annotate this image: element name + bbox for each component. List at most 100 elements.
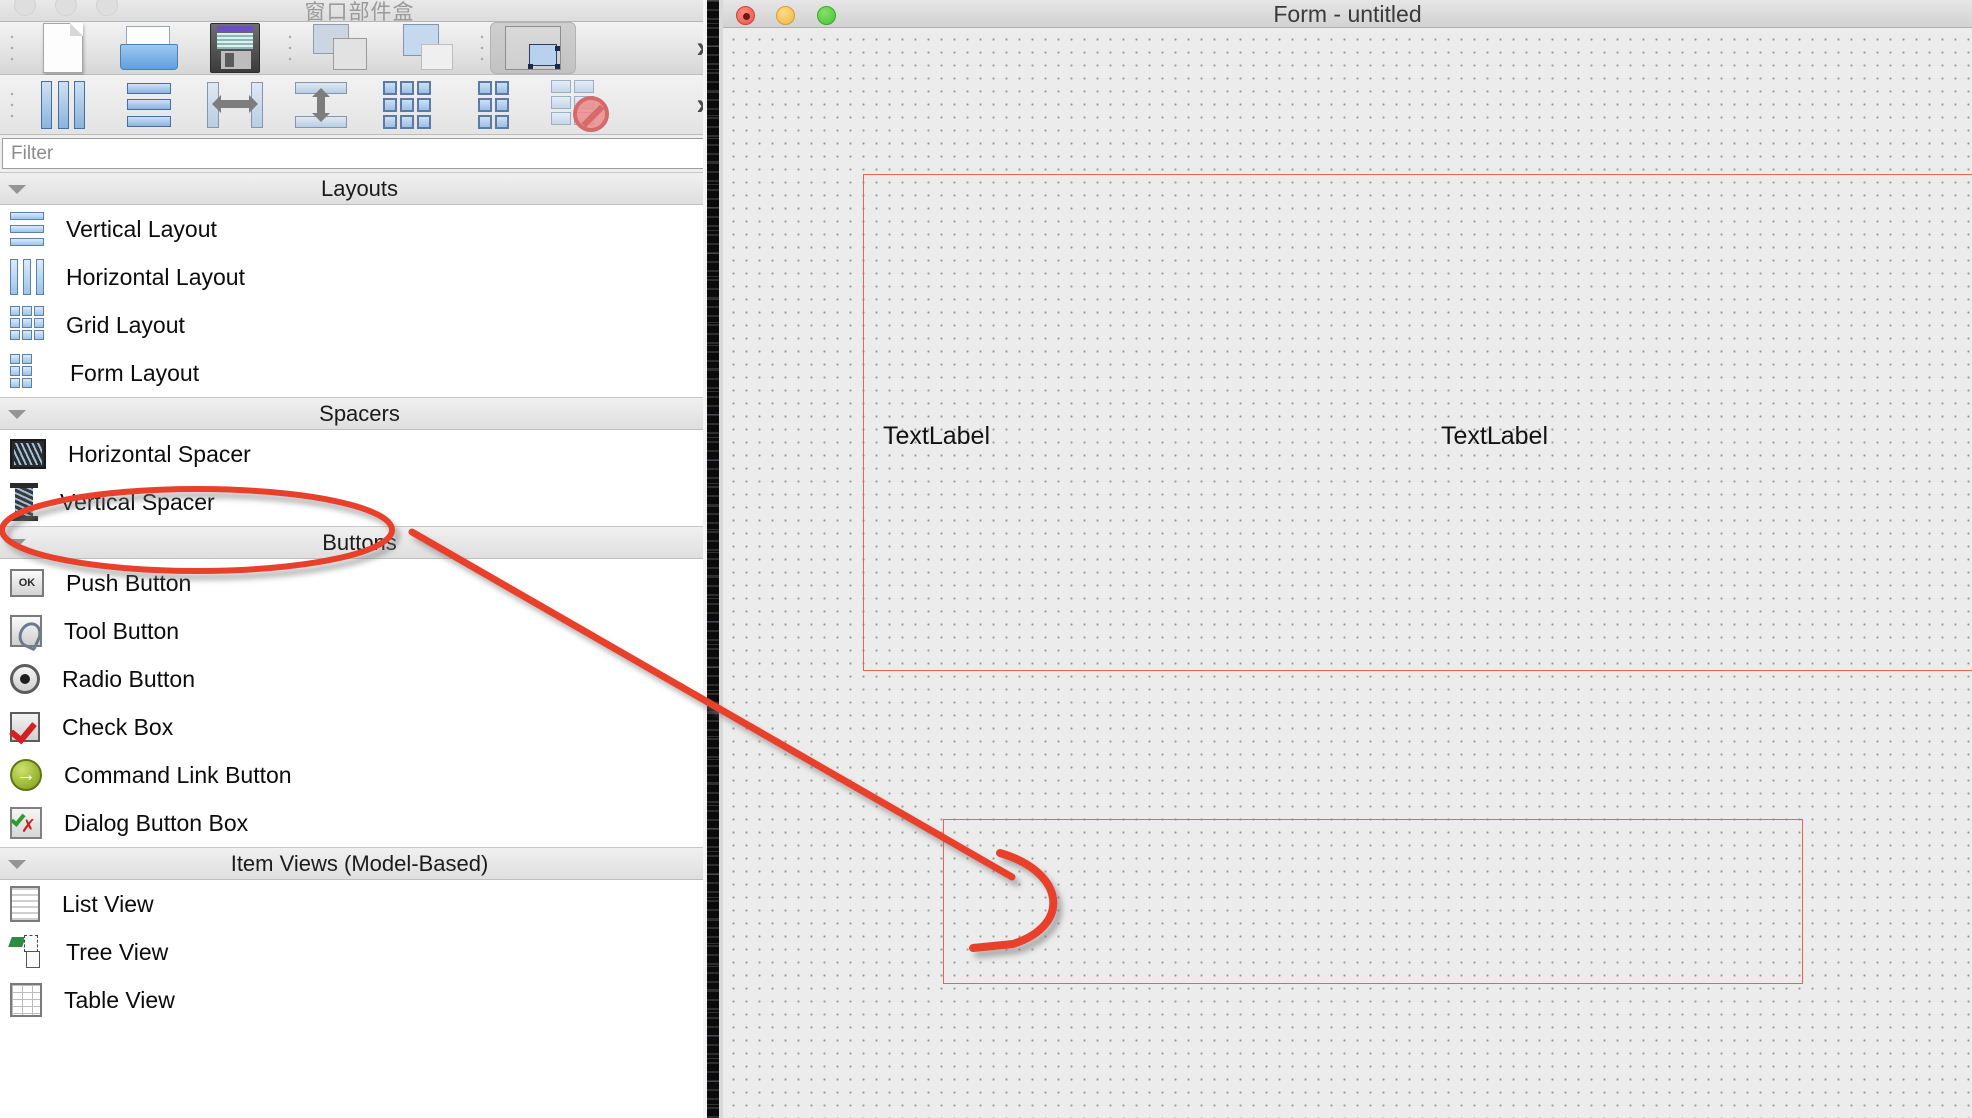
form-canvas[interactable]: TextLabel TextLabel PushButton PushButto… (723, 29, 1972, 1118)
tool-button-icon (10, 615, 42, 647)
bottom-layout-container[interactable]: PushButton PushButton (943, 819, 1803, 984)
tree-view-icon (8, 935, 44, 969)
radio-button-icon (10, 664, 40, 694)
group-header-item-views[interactable]: Item Views (Model-Based) (0, 847, 719, 880)
top-layout-container[interactable] (863, 174, 1972, 671)
list-item-tool-button[interactable]: Tool Button (0, 607, 719, 655)
copy-button[interactable] (298, 23, 384, 73)
form-titlebar: Form - untitled (723, 0, 1972, 28)
open-folder-icon (120, 26, 178, 70)
group-header-spacers[interactable]: Spacers (0, 397, 719, 430)
list-item-vertical-spacer[interactable]: Vertical Spacer (0, 478, 719, 526)
grid-layout-icon (383, 80, 431, 129)
check-box-icon (10, 712, 40, 742)
filter-input[interactable] (2, 138, 715, 169)
widget-box-titlebar: 窗口部件盒 (0, 0, 719, 24)
copy-icon (313, 24, 369, 72)
break-layout-icon (551, 79, 609, 132)
list-item-label: Vertical Spacer (60, 488, 215, 515)
list-item-grid-layout[interactable]: Grid Layout (0, 301, 719, 349)
paste-button[interactable] (384, 23, 470, 73)
list-item-label: Horizontal Layout (66, 263, 245, 290)
edit-widgets-icon (505, 26, 561, 70)
list-item-check-box[interactable]: Check Box (0, 703, 719, 751)
horizontal-layout-icon (10, 259, 44, 295)
widget-box-panel: 窗口部件盒 » » Filter Layouts Vertical Layout… (0, 0, 719, 1118)
table-view-icon (10, 983, 42, 1017)
new-form-button[interactable] (20, 23, 106, 73)
toolbar-layout: » (0, 75, 719, 135)
horizontal-spacer-icon (10, 439, 46, 469)
form-title: Form - untitled (1273, 1, 1422, 27)
list-item-label: Form Layout (70, 359, 200, 386)
chevron-down-icon (8, 860, 26, 869)
divider-texture (707, 0, 719, 1118)
floppy-save-icon (210, 23, 260, 73)
lay-out-in-form-layout-button[interactable] (450, 80, 536, 130)
horizontal-layout-icon (41, 80, 85, 129)
list-item-label: Tree View (66, 938, 169, 965)
lay-out-vertically-button[interactable] (106, 80, 192, 130)
list-item-dialog-button-box[interactable]: ✗ Dialog Button Box (0, 799, 719, 847)
list-item-form-layout[interactable]: Form Layout (0, 349, 719, 397)
lay-out-in-splitter-horizontally-button[interactable] (192, 80, 278, 130)
group-label: Layouts (320, 175, 399, 201)
list-item-label: Horizontal Spacer (68, 440, 251, 467)
list-item-label: Radio Button (62, 665, 195, 692)
text-label-1[interactable]: TextLabel (883, 422, 990, 451)
vertical-splitter-icon (295, 81, 347, 128)
widget-list: Layouts Vertical Layout Horizontal Layou… (0, 172, 719, 1024)
dialog-button-box-icon: ✗ (10, 807, 42, 839)
list-item-label: Push Button (66, 569, 192, 596)
break-layout-button[interactable] (536, 79, 622, 132)
list-item-label: List View (62, 890, 154, 917)
list-item-horizontal-spacer[interactable]: Horizontal Spacer (0, 430, 719, 478)
toolbar-grip-icon[interactable] (4, 28, 20, 68)
edit-widgets-button[interactable] (490, 22, 576, 74)
command-link-icon: → (10, 759, 42, 791)
list-item-push-button[interactable]: OK Push Button (0, 559, 719, 607)
list-item-label: Command Link Button (64, 761, 292, 788)
list-item-radio-button[interactable]: Radio Button (0, 655, 719, 703)
form-layout-icon (10, 354, 48, 392)
list-item-label: Check Box (62, 713, 174, 740)
push-button-icon: OK (10, 569, 44, 597)
list-item-label: Tool Button (64, 617, 180, 644)
toolbar-grip-icon-4[interactable] (4, 84, 20, 125)
vertical-layout-icon (127, 82, 171, 127)
toolbar-file: » (0, 22, 719, 75)
lay-out-horizontally-button[interactable] (20, 80, 106, 130)
list-item-table-view[interactable]: Table View (0, 976, 719, 1024)
form-layout-icon (477, 80, 509, 129)
panel-divider (703, 0, 723, 1118)
grid-layout-icon (10, 306, 44, 344)
vertical-spacer-icon (10, 483, 38, 521)
list-item-tree-view[interactable]: Tree View (0, 928, 719, 976)
list-item-label: Table View (64, 986, 175, 1013)
filter-row (0, 135, 719, 172)
lay-out-in-grid-button[interactable] (364, 80, 450, 130)
list-item-label: Grid Layout (66, 311, 185, 338)
list-item-command-link-button[interactable]: → Command Link Button (0, 751, 719, 799)
list-view-icon (10, 886, 40, 922)
form-window: Form - untitled TextLabel TextLabel Push… (723, 0, 1972, 1118)
group-label: Buttons (322, 529, 397, 555)
toolbar-grip-icon-2[interactable] (282, 28, 298, 68)
group-label: Spacers (319, 400, 400, 426)
toolbar-grip-icon-3[interactable] (474, 28, 490, 68)
new-document-icon (43, 23, 83, 73)
lay-out-in-splitter-vertically-button[interactable] (278, 80, 364, 130)
paste-icon (399, 24, 455, 72)
chevron-down-icon (8, 185, 26, 194)
list-item-list-view[interactable]: List View (0, 880, 719, 928)
open-form-button[interactable] (106, 23, 192, 73)
save-form-button[interactable] (192, 23, 278, 73)
list-item-horizontal-layout[interactable]: Horizontal Layout (0, 253, 719, 301)
group-header-layouts[interactable]: Layouts (0, 172, 719, 205)
list-item-vertical-layout[interactable]: Vertical Layout (0, 205, 719, 253)
group-header-buttons[interactable]: Buttons (0, 526, 719, 559)
list-item-label: Vertical Layout (66, 215, 217, 242)
list-item-label: Dialog Button Box (64, 809, 249, 836)
chevron-down-icon (8, 410, 26, 419)
text-label-2[interactable]: TextLabel (1441, 422, 1548, 451)
